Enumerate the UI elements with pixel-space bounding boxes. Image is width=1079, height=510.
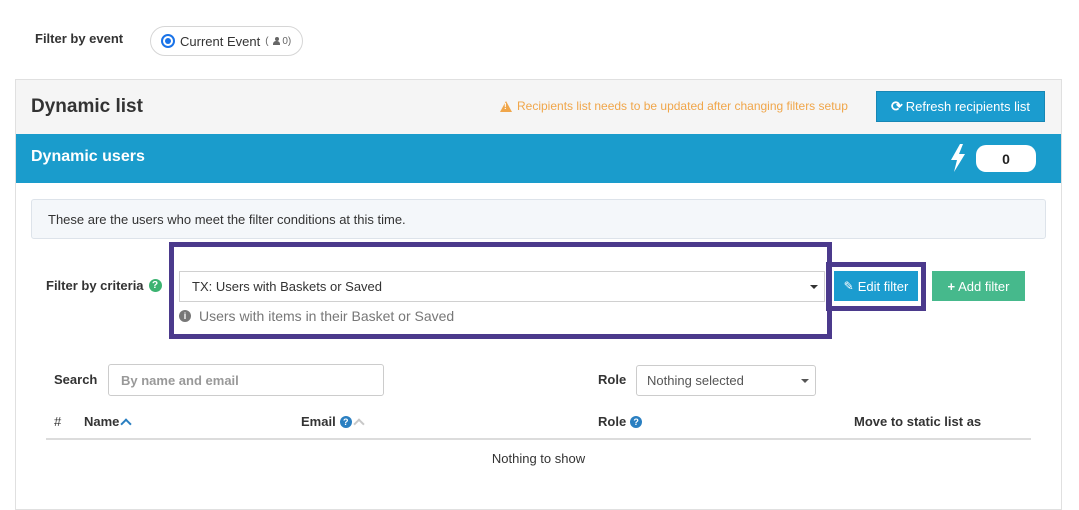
update-warning: Recipients list needs to be updated afte… xyxy=(500,99,848,113)
current-event-option[interactable]: Current Event ( 0) xyxy=(150,26,303,56)
empty-table-message: Nothing to show xyxy=(491,451,586,466)
radio-selected-icon[interactable] xyxy=(161,34,175,48)
lightning-bolt-icon xyxy=(951,144,965,172)
help-icon[interactable]: ? xyxy=(148,279,162,292)
column-name-label: Name xyxy=(84,414,120,429)
sort-ascending-icon[interactable] xyxy=(120,417,133,430)
dynamic-users-title: Dynamic users xyxy=(31,148,145,165)
info-icon: i xyxy=(179,309,191,322)
warning-icon xyxy=(500,100,512,112)
dynamic-users-bar xyxy=(16,134,1061,183)
info-message: These are the users who meet the filter … xyxy=(31,199,1046,239)
criteria-selected-value: TX: Users with Baskets or Saved xyxy=(192,279,383,294)
column-email-label: Email xyxy=(301,414,336,429)
page-title: Dynamic list xyxy=(31,96,143,117)
table-divider xyxy=(46,438,1031,440)
criteria-description-text: Users with items in their Basket or Save… xyxy=(199,307,455,324)
edit-filter-button[interactable]: ✎ Edit filter xyxy=(834,271,918,301)
column-hash: # xyxy=(54,414,62,429)
chevron-down-icon xyxy=(810,285,818,289)
warning-text: Recipients list needs to be updated afte… xyxy=(517,99,848,113)
criteria-label-text: Filter by criteria xyxy=(46,278,144,293)
help-icon[interactable]: ? xyxy=(630,415,643,428)
column-name[interactable]: Name xyxy=(84,414,133,430)
refresh-icon: ⟳ xyxy=(890,98,903,114)
pencil-icon: ✎ xyxy=(843,279,854,293)
current-event-label: Current Event xyxy=(180,33,261,49)
search-label: Search xyxy=(54,372,98,387)
dynamic-users-count: 0 xyxy=(976,145,1036,172)
filter-by-criteria-label: Filter by criteria ? xyxy=(46,278,162,293)
filter-by-event-label: Filter by event xyxy=(35,31,124,46)
role-select[interactable]: Nothing selected xyxy=(636,365,816,396)
role-label: Role xyxy=(598,372,627,387)
user-icon xyxy=(273,36,281,45)
criteria-select[interactable]: TX: Users with Baskets or Saved xyxy=(179,271,825,302)
add-filter-button[interactable]: + Add filter xyxy=(932,271,1025,301)
criteria-description: i Users with items in their Basket or Sa… xyxy=(179,302,825,329)
role-selected-value: Nothing selected xyxy=(647,373,744,388)
column-move-to-static: Move to static list as xyxy=(854,414,982,429)
add-filter-label: Add filter xyxy=(958,278,1010,294)
chevron-down-icon xyxy=(801,379,809,383)
column-email[interactable]: Email ? xyxy=(301,414,365,430)
search-input[interactable] xyxy=(108,364,384,396)
refresh-recipients-button[interactable]: ⟳ Refresh recipients list xyxy=(876,91,1045,122)
edit-filter-label: Edit filter xyxy=(857,278,909,294)
column-role: Role ? xyxy=(598,414,643,429)
current-event-count: ( 0) xyxy=(265,35,292,47)
plus-icon: + xyxy=(947,278,956,294)
column-role-label: Role xyxy=(598,414,627,429)
refresh-label: Refresh recipients list xyxy=(905,99,1030,114)
help-icon[interactable]: ? xyxy=(339,415,352,428)
sort-icon[interactable] xyxy=(353,417,365,430)
